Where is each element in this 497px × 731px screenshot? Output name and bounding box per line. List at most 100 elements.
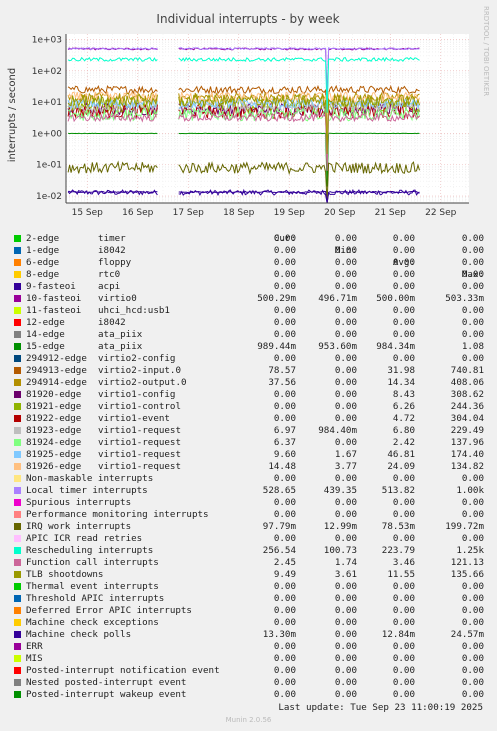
legend-avg: 12.84m	[381, 629, 415, 640]
legend-row: Posted-interrupt notification event 0.00 0…	[0, 665, 497, 677]
series-name: 81926-edge	[26, 461, 82, 472]
legend-max: 134.82	[450, 461, 484, 472]
legend-swatch	[14, 271, 21, 278]
legend-max: 503.33m	[445, 293, 484, 304]
legend-min: 100.73	[323, 545, 357, 556]
legend-max: 0.00	[461, 665, 484, 676]
legend-row: APIC ICR read retries 0.00 0.00 0.00 0.00	[0, 533, 497, 545]
legend-swatch	[14, 655, 21, 662]
series-name: Performance monitoring interrupts	[26, 509, 209, 520]
legend-avg: 2.42	[392, 437, 415, 448]
legend-cur: 0.00	[273, 689, 296, 700]
legend-max: 199.72m	[445, 521, 484, 532]
legend-min: 0.00	[334, 257, 357, 268]
interrupts-chart: Individual interrupts - by week RRDTOOL …	[7, 6, 490, 218]
legend-row: Function call interrupts 2.45 1.74 3.46 121.…	[0, 557, 497, 569]
legend-row: IRQ work interrupts 97.79m 12.99m 78.53m 199…	[0, 521, 497, 533]
series-name: 81924-edge	[26, 437, 82, 448]
legend-swatch	[14, 379, 21, 386]
legend-cur: 9.49	[273, 569, 296, 580]
legend-min: 0.00	[334, 233, 357, 244]
legend-cur: 0.00	[273, 509, 296, 520]
legend-min: 0.00	[334, 269, 357, 280]
legend-label: 14-edge ata_piix	[26, 329, 142, 341]
legend-cur: 0.00	[273, 653, 296, 664]
legend-min: 3.77	[334, 461, 357, 472]
legend-label: 81926-edge virtio1-request	[26, 461, 181, 473]
legend-label: 81921-edge virtio1-control	[26, 401, 181, 413]
legend-max: 0.00	[461, 473, 484, 484]
legend-swatch	[14, 343, 21, 350]
legend-avg: 6.26	[392, 401, 415, 412]
legend-cur: 0.00	[273, 329, 296, 340]
legend-avg: 0.00	[392, 353, 415, 364]
y-tick-label: 1e+01	[32, 98, 62, 108]
legend-min: 0.00	[334, 653, 357, 664]
legend-min: 0.00	[334, 473, 357, 484]
legend-cur: 78.57	[268, 365, 296, 376]
series-name: 1-edge	[26, 245, 60, 256]
legend-cur: 0.00	[273, 257, 296, 268]
legend-min: 0.00	[334, 689, 357, 700]
legend-cur: 0.00	[273, 389, 296, 400]
x-tick-label: 17 Sep	[173, 208, 205, 218]
series-name: Deferred Error APIC interrupts	[26, 605, 192, 616]
legend-max: 137.96	[450, 437, 484, 448]
legend-avg: 0.00	[392, 581, 415, 592]
legend-swatch	[14, 415, 21, 422]
legend-row: TLB shootdowns 9.49 3.61 11.55 135.66	[0, 569, 497, 581]
series-name: 294912-edge	[26, 353, 87, 364]
legend-cur: 0.00	[273, 233, 296, 244]
legend-max: 0.00	[461, 269, 484, 280]
legend-cur: 0.00	[273, 317, 296, 328]
legend-swatch	[14, 331, 21, 338]
legend-cur: 0.00	[273, 641, 296, 652]
legend-swatch	[14, 391, 21, 398]
legend-row: 81920-edge virtio1-config 0.00 0.00 8.43 308.…	[0, 389, 497, 401]
legend-row: 81921-edge virtio1-control 0.00 0.00 6.26 244…	[0, 401, 497, 413]
legend-row: Spurious interrupts 0.00 0.00 0.00 0.00	[0, 497, 497, 509]
legend-avg: 6.80	[392, 425, 415, 436]
legend-min: 0.00	[334, 629, 357, 640]
legend-swatch	[14, 283, 21, 290]
legend-min: 0.00	[334, 605, 357, 616]
series-name: Machine check polls	[26, 629, 132, 640]
series-desc: floppy	[98, 257, 132, 268]
legend-row: 81923-edge virtio1-request 6.97 984.40m 6.80…	[0, 425, 497, 437]
series-desc: i8042	[98, 245, 126, 256]
legend-min: 0.00	[334, 365, 357, 376]
legend-min: 0.00	[334, 305, 357, 316]
series-name: ERR	[26, 641, 43, 652]
series-name: 8-edge	[26, 269, 60, 280]
series-name: MIS	[26, 653, 43, 664]
legend-cur: 0.00	[273, 581, 296, 592]
legend-cur: 0.00	[273, 281, 296, 292]
legend-label: 294914-edge virtio2-output.0	[26, 377, 187, 389]
legend-cur: 2.45	[273, 557, 296, 568]
legend-label: 11-fasteoi uhci_hcd:usb1	[26, 305, 170, 317]
legend-swatch	[14, 439, 21, 446]
legend-row: 294913-edge virtio2-input.0 78.57 0.00 31.98…	[0, 365, 497, 377]
legend-avg: 0.00	[392, 593, 415, 604]
legend-max: 1.08	[461, 341, 484, 352]
series-desc: virtio1-config	[98, 389, 176, 400]
legend-avg: 0.00	[392, 317, 415, 328]
legend-row: ERR 0.00 0.00 0.00 0.00	[0, 641, 497, 653]
series-desc: acpi	[98, 281, 121, 292]
legend-max: 408.06	[450, 377, 484, 388]
series-desc: virtio1-request	[98, 437, 181, 448]
legend-cur: 0.00	[273, 605, 296, 616]
series-name: 9-fasteoi	[26, 281, 76, 292]
legend-swatch	[14, 463, 21, 470]
legend-avg: 78.53m	[381, 521, 415, 532]
legend-row: Rescheduling interrupts 256.54 100.73 223.7…	[0, 545, 497, 557]
legend-max: 0.00	[461, 605, 484, 616]
legend-avg: 0.00	[392, 533, 415, 544]
legend-avg: 500.00m	[376, 293, 415, 304]
legend-label: 8-edge rtc0	[26, 269, 120, 281]
legend-row: 294912-edge virtio2-config 0.00 0.00 0.00 0.0…	[0, 353, 497, 365]
legend-max: 0.00	[461, 497, 484, 508]
legend-swatch	[14, 247, 21, 254]
series-name: Machine check exceptions	[26, 617, 159, 628]
legend-swatch	[14, 631, 21, 638]
